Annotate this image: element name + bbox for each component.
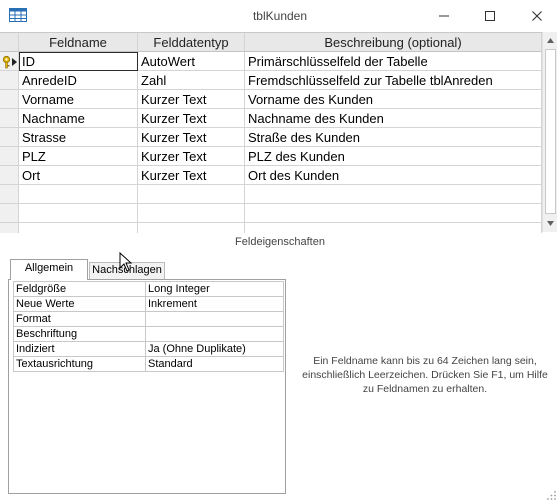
row-selector[interactable] [0, 223, 19, 233]
title-bar: tblKunden [0, 0, 560, 32]
field-properties-panel: Feldgröße Long Integer Neue Werte Inkrem… [8, 279, 286, 494]
close-icon [532, 11, 542, 21]
property-value[interactable] [145, 311, 284, 327]
field-name-cell[interactable]: Strasse [19, 128, 138, 147]
field-description-cell[interactable] [245, 223, 542, 233]
mouse-cursor-icon [119, 252, 133, 272]
property-row[interactable]: Neue Werte Inkrement [13, 296, 284, 312]
field-name-cell[interactable] [19, 204, 138, 223]
field-type-cell[interactable]: Kurzer Text [138, 166, 245, 185]
row-selector[interactable] [0, 166, 19, 185]
row-selector[interactable] [0, 71, 19, 90]
property-name: Beschriftung [13, 326, 146, 342]
property-name: Format [13, 311, 146, 327]
primary-key-icon [2, 55, 17, 69]
property-row[interactable]: Textausrichtung Standard [13, 356, 284, 372]
row-selector[interactable] [0, 185, 19, 204]
scrollbar-thumb[interactable] [545, 49, 556, 214]
property-name: Textausrichtung [13, 356, 146, 372]
row-selector[interactable] [0, 147, 19, 166]
empty-field-row[interactable] [0, 204, 542, 223]
field-type-cell[interactable]: Kurzer Text [138, 147, 245, 166]
help-text: Ein Feldname kann bis zu 64 Zeichen lang… [302, 355, 548, 395]
column-header-datatype[interactable]: Felddatentyp [138, 33, 245, 52]
field-description-cell[interactable]: Straße des Kunden [245, 128, 542, 147]
field-properties-label: Feldeigenschaften [235, 236, 325, 248]
field-description-cell[interactable]: Vorname des Kunden [245, 90, 542, 109]
field-type-cell[interactable] [138, 223, 245, 233]
field-row[interactable]: Nachname Kurzer Text Nachname des Kunden [0, 109, 542, 128]
field-row[interactable]: Vorname Kurzer Text Vorname des Kunden [0, 90, 542, 109]
grid-header-row: Feldname Felddatentyp Beschreibung (opti… [0, 33, 542, 52]
field-name-cell[interactable]: Ort [19, 166, 138, 185]
field-description-cell[interactable]: Fremdschlüsselfeld zur Tabelle tblAnrede… [245, 71, 542, 90]
empty-field-row[interactable] [0, 223, 542, 233]
field-type-cell[interactable]: Kurzer Text [138, 90, 245, 109]
row-selector[interactable] [0, 204, 19, 223]
property-value[interactable]: Ja (Ohne Duplikate) [145, 341, 284, 357]
field-name-cell[interactable]: AnredeID [19, 71, 138, 90]
close-button[interactable] [514, 0, 560, 32]
field-description-cell[interactable] [245, 204, 542, 223]
field-description-cell[interactable]: PLZ des Kunden [245, 147, 542, 166]
field-type-cell[interactable] [138, 204, 245, 223]
property-sheet: Feldgröße Long Integer Neue Werte Inkrem… [13, 281, 284, 372]
column-header-description[interactable]: Beschreibung (optional) [245, 33, 542, 52]
field-design-grid: Feldname Felddatentyp Beschreibung (opti… [0, 32, 557, 233]
field-description-cell[interactable]: Ort des Kunden [245, 166, 542, 185]
tab-general[interactable]: Allgemein [10, 259, 88, 280]
property-name: Indiziert [13, 341, 146, 357]
field-description-cell[interactable] [245, 185, 542, 204]
maximize-icon [485, 11, 495, 21]
property-value[interactable] [145, 326, 284, 342]
field-name-cell[interactable]: Nachname [19, 109, 138, 128]
minimize-icon [439, 15, 449, 17]
field-row[interactable]: Ort Kurzer Text Ort des Kunden [0, 166, 542, 185]
maximize-button[interactable] [467, 0, 513, 32]
scroll-up-icon[interactable] [543, 33, 558, 48]
field-type-cell[interactable]: Kurzer Text [138, 109, 245, 128]
property-value[interactable]: Long Integer [145, 281, 284, 297]
column-header-fieldname[interactable]: Feldname [19, 33, 138, 52]
property-value[interactable]: Inkrement [145, 296, 284, 312]
property-row[interactable]: Indiziert Ja (Ohne Duplikate) [13, 341, 284, 357]
resize-grip-icon[interactable] [545, 489, 557, 501]
field-name-cell[interactable]: Vorname [19, 90, 138, 109]
row-selector[interactable] [0, 128, 19, 147]
header-corner[interactable] [0, 33, 19, 52]
field-name-cell[interactable]: ID [19, 52, 138, 71]
minimize-button[interactable] [421, 0, 467, 32]
scroll-down-icon[interactable] [543, 216, 558, 231]
field-description-cell[interactable]: Nachname des Kunden [245, 109, 542, 128]
field-name-cell[interactable] [19, 223, 138, 233]
property-row[interactable]: Beschriftung [13, 326, 284, 342]
field-type-cell[interactable]: Kurzer Text [138, 128, 245, 147]
row-selector[interactable] [0, 52, 19, 71]
field-row[interactable]: AnredeID Zahl Fremdschlüsselfeld zur Tab… [0, 71, 542, 90]
property-name: Feldgröße [13, 281, 146, 297]
field-row[interactable]: Strasse Kurzer Text Straße des Kunden [0, 128, 542, 147]
empty-field-row[interactable] [0, 185, 542, 204]
field-name-cell[interactable] [19, 185, 138, 204]
property-row[interactable]: Format [13, 311, 284, 327]
field-type-cell[interactable] [138, 185, 245, 204]
vertical-scrollbar[interactable] [542, 32, 557, 232]
field-row[interactable]: ID AutoWert Primärschlüsselfeld der Tabe… [0, 52, 542, 71]
row-selector[interactable] [0, 90, 19, 109]
property-row[interactable]: Feldgröße Long Integer [13, 281, 284, 297]
field-row[interactable]: PLZ Kurzer Text PLZ des Kunden [0, 147, 542, 166]
field-name-cell[interactable]: PLZ [19, 147, 138, 166]
property-name: Neue Werte [13, 296, 146, 312]
field-description-cell[interactable]: Primärschlüsselfeld der Tabelle [245, 52, 542, 71]
property-value[interactable]: Standard [145, 356, 284, 372]
row-selector[interactable] [0, 109, 19, 128]
field-type-cell[interactable]: AutoWert [138, 52, 245, 71]
field-type-cell[interactable]: Zahl [138, 71, 245, 90]
